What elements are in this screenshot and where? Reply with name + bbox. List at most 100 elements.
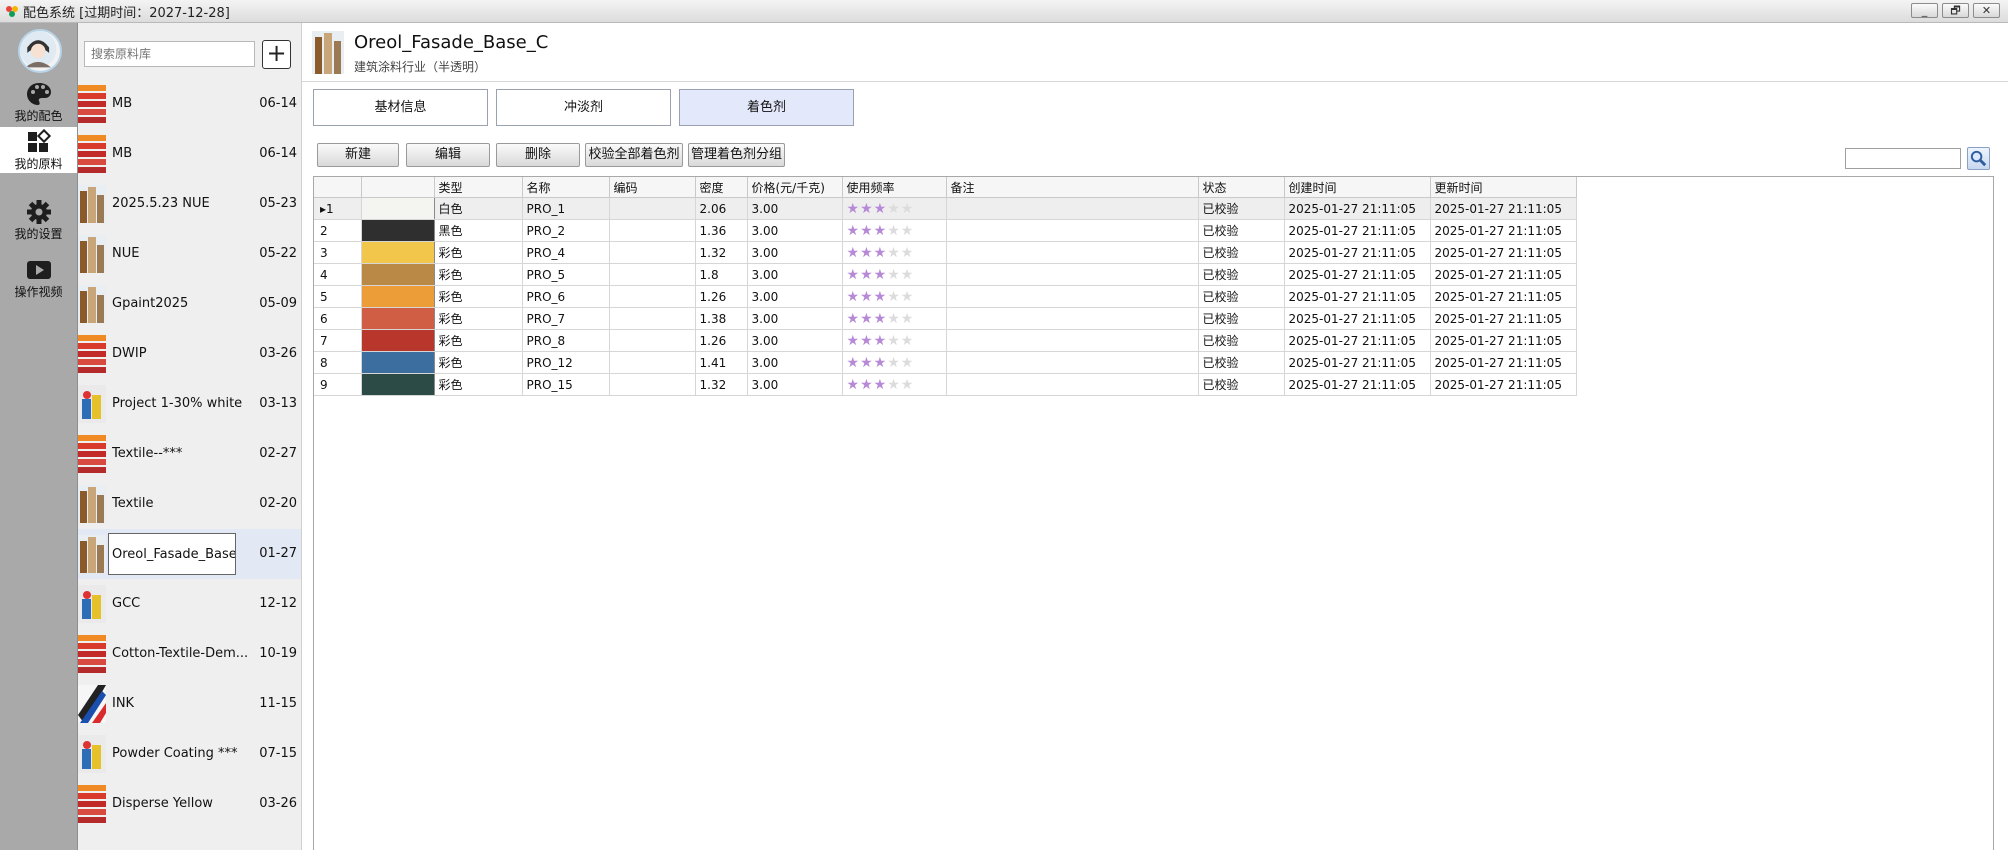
manage-groups-button[interactable]: 管理着色剂分组 <box>688 143 785 167</box>
table-row[interactable]: 3 彩色 PRO_4 1.32 3.00 ★ ★ ★ ★ ★ 已校验 2025-01-27 21:11… <box>314 241 1577 264</box>
note-cell <box>946 219 1199 242</box>
material-list-item[interactable]: 2025.5.23 NUE 05-23 <box>78 179 301 229</box>
material-date: 03-13 <box>259 396 297 411</box>
material-list-item[interactable]: DWIP 03-26 <box>78 329 301 379</box>
material-list-item[interactable]: GCC 12-12 <box>78 579 301 629</box>
restore-button[interactable]: 🗗 <box>1942 3 1969 18</box>
price-cell: 3.00 <box>747 197 843 220</box>
table-row[interactable]: 7 彩色 PRO_8 1.26 3.00 ★ ★ ★ ★ ★ 已校验 2025-01-27 21:11… <box>314 329 1577 352</box>
code-cell <box>609 263 696 286</box>
color-swatch <box>361 307 435 330</box>
star-icon: ★ <box>873 288 887 305</box>
column-header[interactable]: 价格(元/千克) <box>747 177 843 198</box>
close-button[interactable]: ✕ <box>1973 3 2000 18</box>
price-cell: 3.00 <box>747 351 843 374</box>
nav-rail: 我的配色 我的原料 我的设置 操作视频 <box>0 23 78 850</box>
verify-all-button[interactable]: 校验全部着色剂 <box>585 143 683 167</box>
column-header[interactable] <box>314 177 362 198</box>
price-cell: 3.00 <box>747 241 843 264</box>
star-icon: ★ <box>860 354 873 371</box>
star-icon: ★ <box>873 244 887 261</box>
material-date: 01-27 <box>259 546 297 561</box>
material-list-item[interactable]: Powder Coating *** 07-15 <box>78 729 301 779</box>
material-date: 06-14 <box>259 146 297 161</box>
table-row[interactable]: 4 彩色 PRO_5 1.8 3.00 ★ ★ ★ ★ ★ 已校验 2025-01-27 21:11:… <box>314 263 1577 286</box>
note-cell <box>946 241 1199 264</box>
column-header[interactable]: 备注 <box>946 177 1199 198</box>
edit-button[interactable]: 编辑 <box>406 143 490 167</box>
materials-icon <box>27 129 51 152</box>
table-row[interactable]: 9 彩色 PRO_15 1.32 3.00 ★ ★ ★ ★ ★ 已校验 2025-01-27 21:1… <box>314 373 1577 396</box>
material-name: Textile--*** <box>112 446 183 461</box>
star-icon: ★ <box>873 200 887 217</box>
grid-search-button[interactable] <box>1967 147 1990 170</box>
search-input[interactable] <box>84 41 255 67</box>
material-thumbnail <box>78 385 106 423</box>
code-cell <box>609 241 696 264</box>
rail-item-my-colors[interactable]: 我的配色 <box>0 81 77 127</box>
star-icon: ★ <box>887 244 900 261</box>
column-header[interactable]: 名称 <box>522 177 610 198</box>
row-index: 9 <box>314 373 362 396</box>
star-icon: ★ <box>900 200 914 217</box>
tab-diluent[interactable]: 冲淡剂 <box>496 89 671 126</box>
table-row[interactable]: ▸1 白色 PRO_1 2.06 3.00 ★ ★ ★ ★ ★ 已校验 2025-01-27 21:1… <box>314 197 1577 220</box>
avatar[interactable] <box>18 29 62 73</box>
material-list-item[interactable]: MB 06-14 <box>78 79 301 129</box>
material-list-item[interactable]: NUE 05-22 <box>78 229 301 279</box>
material-list-item[interactable]: Textile--*** 02-27 <box>78 429 301 479</box>
star-icon: ★ <box>900 332 914 349</box>
minimize-button[interactable]: _ <box>1911 3 1938 18</box>
material-list-item[interactable]: MB 06-14 <box>78 129 301 179</box>
material-date: 07-15 <box>259 746 297 761</box>
usage-frequency-cell: ★ ★ ★ ★ ★ <box>842 241 947 264</box>
rail-item-label: 我的设置 <box>14 227 63 241</box>
column-header[interactable]: 类型 <box>434 177 523 198</box>
column-header[interactable]: 使用频率 <box>842 177 947 198</box>
material-name: GCC <box>112 596 141 611</box>
material-list-item[interactable]: Project 1-30% white 03-13 <box>78 379 301 429</box>
table-row[interactable]: 8 彩色 PRO_12 1.41 3.00 ★ ★ ★ ★ ★ 已校验 2025-01-27 21:1… <box>314 351 1577 374</box>
column-header[interactable]: 创建时间 <box>1284 177 1431 198</box>
rail-item-my-settings[interactable]: 我的设置 <box>0 199 77 245</box>
created-time-cell: 2025-01-27 21:11:05 <box>1284 197 1431 220</box>
table-row[interactable]: 5 彩色 PRO_6 1.26 3.00 ★ ★ ★ ★ ★ 已校验 2025-01-27 21:11… <box>314 285 1577 308</box>
tab-colorant[interactable]: 着色剂 <box>679 89 854 126</box>
status-cell: 已校验 <box>1198 285 1285 308</box>
column-header[interactable]: 密度 <box>695 177 748 198</box>
star-icon: ★ <box>887 332 900 349</box>
material-list-item[interactable]: Disperse Yellow 03-26 <box>78 779 301 829</box>
delete-button[interactable]: 删除 <box>496 143 580 167</box>
material-list-item[interactable]: Cotton-Textile-Dem... 10-19 <box>78 629 301 679</box>
star-icon: ★ <box>887 310 900 327</box>
row-index: 8 <box>314 351 362 374</box>
column-header[interactable]: 更新时间 <box>1430 177 1577 198</box>
material-thumbnail <box>78 85 106 123</box>
add-material-button[interactable]: + <box>262 40 291 69</box>
material-list-item[interactable]: INK 11-15 <box>78 679 301 729</box>
column-header[interactable]: 编码 <box>609 177 696 198</box>
star-icon: ★ <box>900 244 914 261</box>
created-time-cell: 2025-01-27 21:11:05 <box>1284 263 1431 286</box>
table-row[interactable]: 6 彩色 PRO_7 1.38 3.00 ★ ★ ★ ★ ★ 已校验 2025-01-27 21:11… <box>314 307 1577 330</box>
table-row[interactable]: 2 黑色 PRO_2 1.36 3.00 ★ ★ ★ ★ ★ 已校验 2025-01-27 21:11… <box>314 219 1577 242</box>
usage-frequency-cell: ★ ★ ★ ★ ★ <box>842 373 947 396</box>
material-list-item[interactable]: Textile 02-20 <box>78 479 301 529</box>
code-cell <box>609 307 696 330</box>
material-list-item[interactable]: Oreol_Fasade_Base_C 01-27 <box>78 529 301 579</box>
code-cell <box>609 285 696 308</box>
rail-item-videos[interactable]: 操作视频 <box>0 257 77 303</box>
grid-search-input[interactable] <box>1845 148 1961 169</box>
new-button[interactable]: 新建 <box>317 143 399 167</box>
name-cell: PRO_8 <box>522 329 610 352</box>
updated-time-cell: 2025-01-27 21:11:05 <box>1430 351 1577 374</box>
material-thumbnail <box>78 585 106 623</box>
column-header[interactable]: 状态 <box>1198 177 1285 198</box>
star-icon: ★ <box>873 332 887 349</box>
column-header[interactable] <box>361 177 435 198</box>
tab-substrate-info[interactable]: 基材信息 <box>313 89 488 126</box>
rail-item-my-materials[interactable]: 我的原料 <box>0 127 77 173</box>
material-thumbnail <box>78 185 106 223</box>
material-list-item[interactable]: Gpaint2025 05-09 <box>78 279 301 329</box>
window-title: 配色系统 [过期时间：2027-12-28] <box>23 5 230 21</box>
